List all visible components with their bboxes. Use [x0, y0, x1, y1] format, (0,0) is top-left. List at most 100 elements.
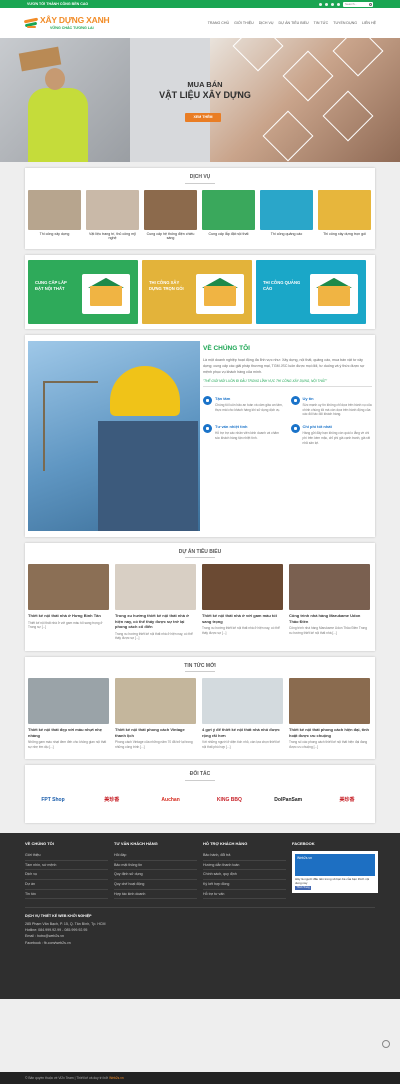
footer-column-title: HỖ TRỢ KHÁCH HÀNG — [203, 840, 248, 846]
service-image[interactable] — [202, 189, 255, 230]
project-card[interactable]: Thiết kế nội thất nhà ở Hưng Bình Tân Thi… — [28, 564, 109, 640]
project-title[interactable]: Thiết kế nội thất nhà ở với gam màu tối … — [202, 613, 283, 624]
project-image[interactable] — [115, 564, 196, 611]
news-image[interactable] — [28, 678, 109, 725]
logo[interactable]: XÂY DỰNG XANH VỮNG CHẮC TƯƠNG LAI — [23, 15, 110, 31]
service-item[interactable]: Thi công quảng cáo — [260, 189, 313, 241]
footer-link[interactable]: Chính sách, quy định — [203, 870, 286, 881]
company-facebook[interactable]: Facebook : fb.com/web2s.vn — [25, 941, 375, 946]
footer-link[interactable]: Dự án — [25, 880, 108, 890]
news-card[interactable]: Thiết kế nội thất đẹp với màu nhựt nhẹ n… — [28, 678, 109, 749]
service-label[interactable]: Thi công xây dựng — [28, 232, 81, 237]
service-item[interactable]: Cung cấp lắp đặt nội thất — [202, 189, 255, 241]
footer-link[interactable]: Quy định sử dụng — [114, 870, 197, 881]
footer-link[interactable]: Giới thiệu — [25, 851, 108, 861]
facebook-column: FACEBOOK Web2s.vn Hãy là người đầu tiên … — [292, 841, 378, 900]
service-banner[interactable]: CUNG CẤP LẮP ĐẶT NỘI THẤT — [28, 259, 138, 324]
nav-recruit[interactable]: TUYỂN DỤNG — [333, 21, 357, 26]
projects-section: DỰ ÁN TIÊU BIỂU Thiết kế nội thất nhà ở … — [25, 542, 375, 651]
partners-section: ĐỐI TÁC FPT Shop 美珍香 Auchan KING BBQ DolPanS… — [25, 765, 375, 823]
partner-logo[interactable]: FPT Shop — [31, 791, 75, 809]
facebook-like-button[interactable]: Thích Trang — [295, 886, 311, 891]
service-label[interactable]: Thi công quảng cáo — [260, 232, 313, 237]
news-title[interactable]: 4 gợi ý để thiết kế nội thất nhà nhỏ đượ… — [202, 727, 283, 738]
partner-logo[interactable]: DolPanSam — [266, 791, 310, 809]
project-image[interactable] — [28, 564, 109, 611]
service-banner[interactable]: THI CÔNG QUẢNG CÁO — [256, 259, 366, 324]
company-email[interactable]: Email : hotro@web2s.vn — [25, 934, 375, 939]
service-label[interactable]: Cung cấp lắp đặt nội thất — [202, 232, 255, 237]
footer-link[interactable]: Hợp tác kinh doanh — [114, 890, 197, 900]
news-card[interactable]: Thiết kế nội thất phong cách Vintage tha… — [115, 678, 196, 749]
project-image[interactable] — [202, 564, 283, 611]
project-title[interactable]: Trong xu hướng thiết kế nội thất nhà ở h… — [115, 613, 196, 629]
nav-services[interactable]: DỊCH VỤ — [259, 21, 274, 26]
news-title[interactable]: Thiết kế nội thất phong cách hiện đại, t… — [289, 727, 370, 738]
service-image[interactable] — [28, 189, 81, 230]
news-card[interactable]: Thiết kế nội thất phong cách hiện đại, t… — [289, 678, 370, 749]
footer-link[interactable]: Dịch vụ — [25, 870, 108, 881]
service-item[interactable]: Vật liệu trang trí, thủ công mỹ nghệ — [86, 189, 139, 241]
service-label[interactable]: Thi công xây dựng trọn gói — [318, 232, 371, 237]
banner-label: CUNG CẤP LẮP ĐẶT NỘI THẤT — [35, 279, 67, 291]
feature-icon — [290, 424, 300, 434]
footer-link[interactable]: Tầm nhìn, sứ mệnh — [25, 861, 108, 871]
service-image[interactable] — [318, 189, 371, 230]
news-title[interactable]: Thiết kế nội thất đẹp với màu nhựt nhẹ n… — [28, 727, 109, 738]
facebook-icon[interactable] — [319, 2, 322, 6]
footer-link[interactable]: Tin tức — [25, 890, 108, 900]
nav-news[interactable]: TIN TỨC — [314, 21, 329, 26]
footer-link[interactable]: Quy chế hoạt động — [114, 880, 197, 890]
partner-logo[interactable]: KING BBQ — [207, 791, 251, 809]
service-item[interactable]: Thi công xây dựng trọn gói — [318, 189, 371, 241]
project-desc: Trong xu hướng thiết kế nội thất nhà ở h… — [202, 626, 280, 635]
service-banner[interactable]: THI CÔNG XÂY DỰNG TRỌN GÓI — [142, 259, 252, 324]
service-item[interactable]: Thi công xây dựng — [28, 189, 81, 241]
service-label[interactable]: Vật liệu trang trí, thủ công mỹ nghệ — [86, 232, 139, 241]
news-title[interactable]: Thiết kế nội thất phong cách Vintage tha… — [115, 727, 196, 738]
project-card[interactable]: Công trình nhà hàng Marukame Udon Thảo Đ… — [289, 564, 370, 640]
service-image[interactable] — [86, 189, 139, 230]
footer-link[interactable]: Hỗ trợ tư vấn — [203, 890, 286, 900]
feature-desc: Hỗ trợ trợ các nhân viên kinh doanh và c… — [215, 431, 279, 441]
news-card[interactable]: 4 gợi ý để thiết kế nội thất nhà nhỏ đượ… — [202, 678, 283, 749]
feature-desc: Sức mạnh uy tín không chỉ dựa trên hành … — [302, 402, 372, 417]
service-image[interactable] — [260, 189, 313, 230]
project-card[interactable]: Trong xu hướng thiết kế nội thất nhà ở h… — [115, 564, 196, 640]
footer-link[interactable]: Hỏi đáp — [114, 851, 197, 861]
facebook-widget[interactable]: Web2s.vn Hãy là người đầu tiên trong số … — [292, 851, 378, 894]
project-title[interactable]: Thiết kế nội thất nhà ở Hưng Bình Tân — [28, 613, 109, 618]
nav-about[interactable]: GIỚI THIỆU — [234, 21, 254, 26]
search-icon[interactable] — [369, 2, 372, 6]
projects-title: DỰ ÁN TIÊU BIỂU — [178, 548, 222, 555]
hero-more-button[interactable]: XEM THÊM — [185, 113, 221, 122]
email-icon[interactable] — [337, 2, 340, 6]
footer-link[interactable]: Bảo mật thông tin — [114, 861, 197, 871]
project-image[interactable] — [289, 564, 370, 611]
nav-projects[interactable]: DỰ ÁN TIÊU BIỂU — [278, 21, 308, 26]
site-footer: VỀ CHÚNG TÔI Giới thiệu Tầm nhìn, sứ mệnh D… — [0, 832, 400, 999]
banner-illustration — [310, 273, 358, 314]
service-label[interactable]: Cung cấp hệ thống điện chiếu sáng — [144, 232, 197, 241]
news-image[interactable] — [289, 678, 370, 725]
partner-logo[interactable]: Auchan — [149, 791, 193, 809]
footer-link[interactable]: Hướng dẫn thanh toán — [203, 861, 286, 871]
nav-contact[interactable]: LIÊN HỆ — [362, 21, 376, 26]
nav-home[interactable]: TRANG CHỦ — [208, 21, 229, 26]
search-input[interactable]: Search... — [343, 1, 373, 7]
news-image[interactable] — [202, 678, 283, 725]
project-title[interactable]: Công trình nhà hàng Marukame Udon Thảo Đ… — [289, 613, 370, 624]
twitter-icon[interactable] — [331, 2, 334, 6]
copyright-link[interactable]: Web2s.vn — [109, 1076, 124, 1080]
project-card[interactable]: Thiết kế nội thất nhà ở với gam màu tối … — [202, 564, 283, 640]
footer-link[interactable]: Ký kết hợp đồng — [203, 880, 286, 890]
partner-logo[interactable]: 美珍香 — [325, 791, 369, 809]
news-image[interactable] — [115, 678, 196, 725]
footer-link[interactable]: Bảo hành, đổi trả — [203, 851, 286, 861]
service-image[interactable] — [144, 189, 197, 230]
instagram-icon[interactable] — [325, 2, 328, 6]
back-to-top-icon[interactable] — [382, 1040, 390, 1048]
partner-logo[interactable]: 美珍香 — [90, 791, 134, 809]
news-section: TIN TỨC MỚI Thiết kế nội thất đẹp với mà… — [25, 656, 375, 760]
service-item[interactable]: Cung cấp hệ thống điện chiếu sáng — [144, 189, 197, 241]
